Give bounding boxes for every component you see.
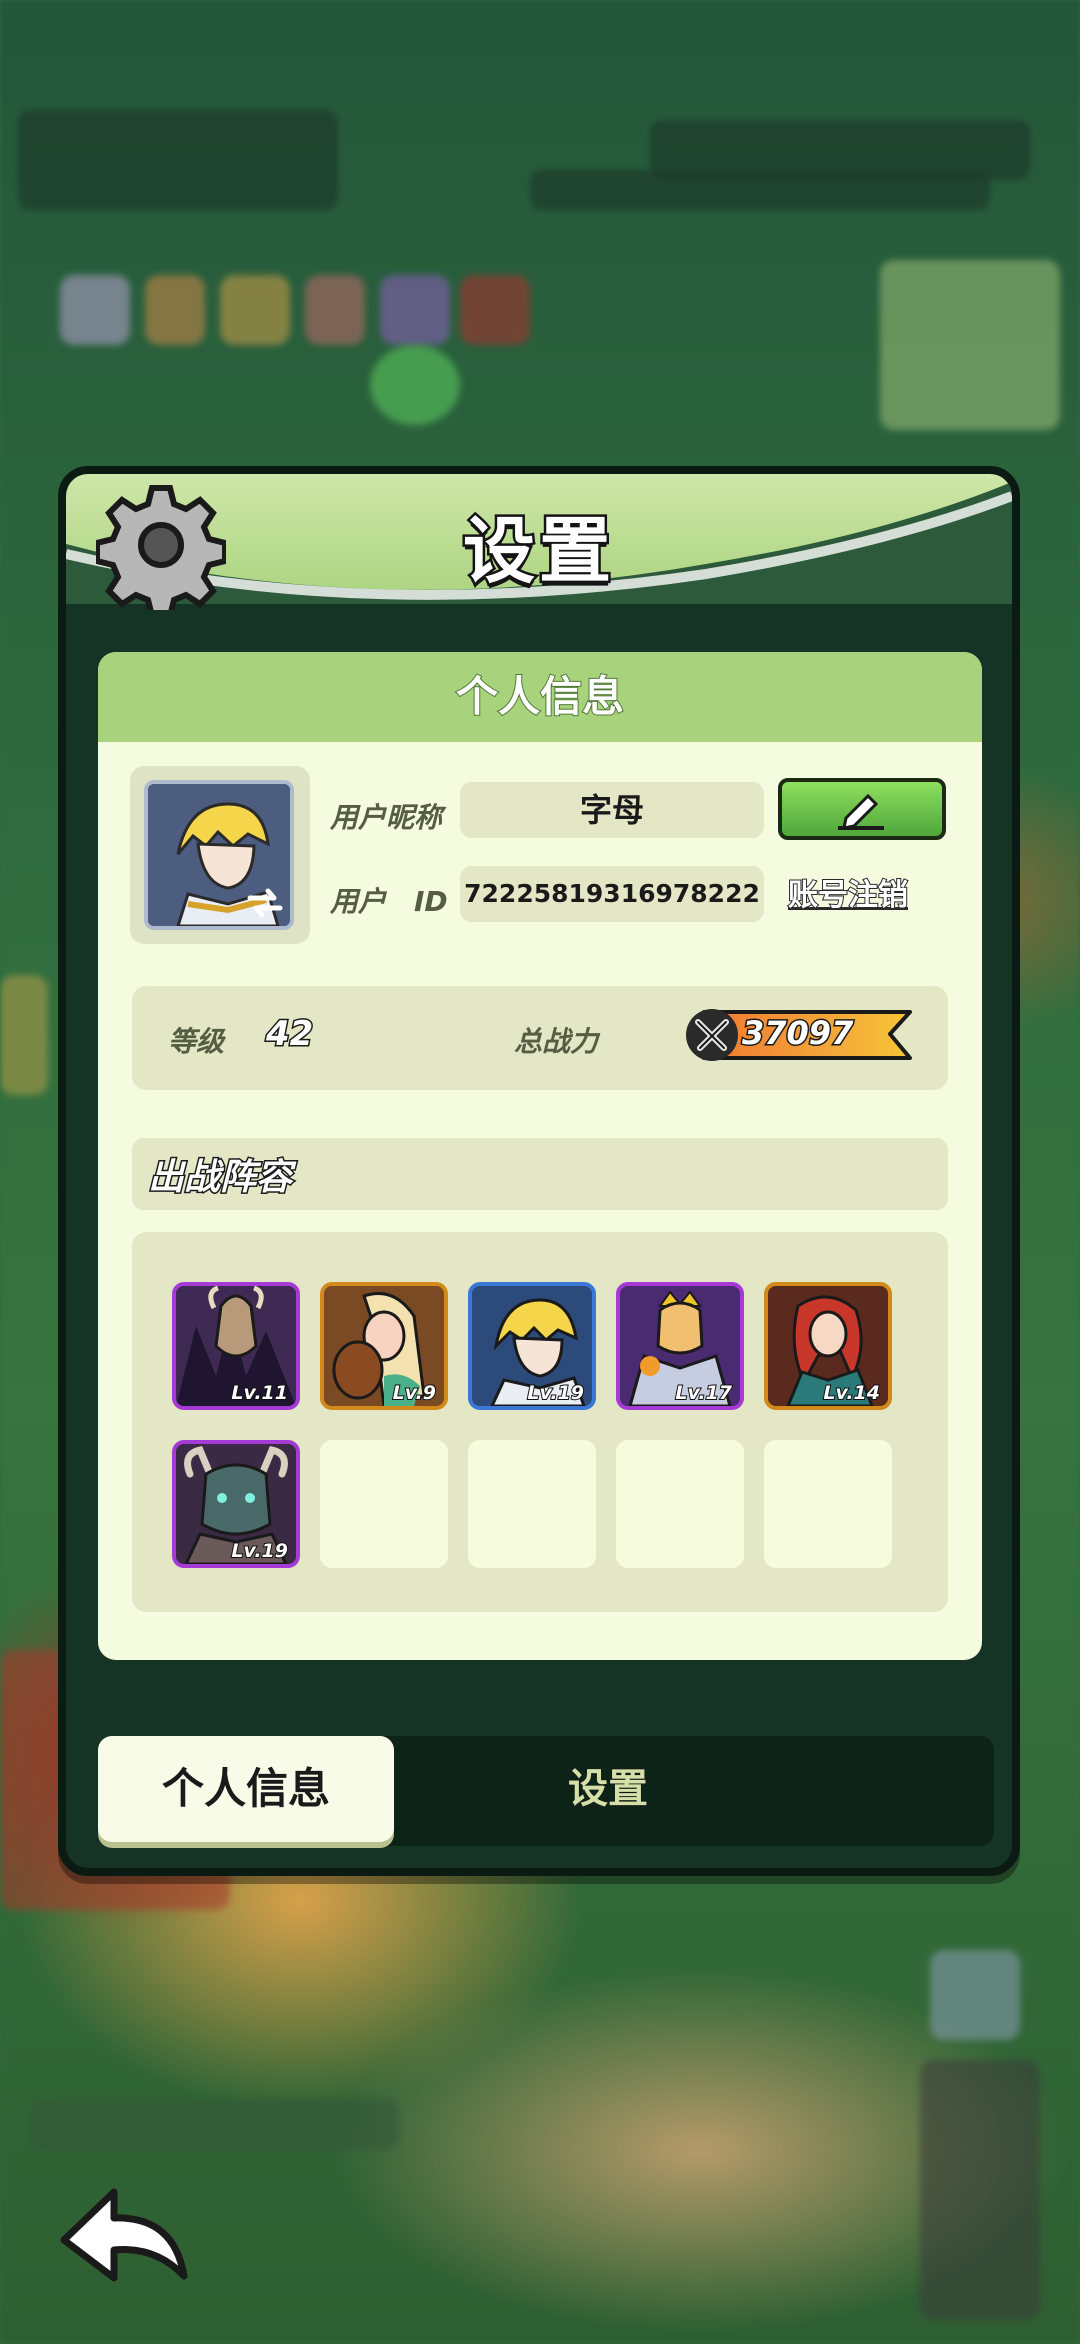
settings-dialog: 设置 个人信息 用户昵称 字母 用户 ID 72225819316978222 … xyxy=(58,466,1020,1876)
hero-slot-6[interactable]: Lv.19 xyxy=(172,1440,300,1568)
back-button[interactable] xyxy=(56,2178,196,2288)
tab-settings[interactable]: 设置 xyxy=(458,1736,758,1842)
card-title: 个人信息 xyxy=(98,652,982,742)
hero-level: Lv.14 xyxy=(822,1381,881,1405)
power-value: 37097 xyxy=(740,1013,854,1054)
lineup-title: 出战阵容 xyxy=(146,1156,293,1200)
nickname-label: 用户昵称 xyxy=(330,801,443,834)
tab-bar: 个人信息 设置 xyxy=(98,1736,994,1846)
edit-nickname-button[interactable] xyxy=(778,778,946,840)
hero-level: Lv.11 xyxy=(230,1381,289,1405)
avatar[interactable] xyxy=(144,780,294,930)
hero-slot-1[interactable]: Lv.11 xyxy=(172,1282,300,1410)
hero-level: Lv.19 xyxy=(526,1381,585,1405)
hero-level: Lv.9 xyxy=(392,1381,437,1405)
level-value: 42 xyxy=(264,1013,314,1056)
empty-slot[interactable] xyxy=(616,1440,744,1568)
power-label: 总战力 xyxy=(514,1025,599,1058)
swap-icon[interactable] xyxy=(246,886,284,920)
gear-icon xyxy=(96,485,226,610)
hero-level: Lv.17 xyxy=(674,1381,733,1405)
hero-slot-3[interactable]: Lv.19 xyxy=(468,1282,596,1410)
profile-card: 个人信息 用户昵称 字母 用户 ID 72225819316978222 账号注… xyxy=(98,652,982,1660)
nickname-field: 字母 xyxy=(460,782,764,838)
hero-slot-5[interactable]: Lv.14 xyxy=(764,1282,892,1410)
lineup-grid: Lv.11 Lv.9 Lv.19 Lv.17 Lv.14 Lv.19 xyxy=(132,1232,948,1612)
lineup-header: 出战阵容 xyxy=(132,1138,948,1210)
cancel-account-link[interactable]: 账号注销 xyxy=(787,870,909,914)
avatar-frame[interactable] xyxy=(130,766,310,944)
level-label: 等级 xyxy=(168,1025,225,1058)
user-id-label: 用户 ID xyxy=(330,885,448,918)
power-badge: 37097 xyxy=(684,1004,916,1066)
tab-profile[interactable]: 个人信息 xyxy=(98,1736,394,1842)
empty-slot[interactable] xyxy=(764,1440,892,1568)
hero-level: Lv.19 xyxy=(230,1539,289,1563)
empty-slot[interactable] xyxy=(468,1440,596,1568)
pencil-icon xyxy=(838,793,884,830)
back-arrow-icon xyxy=(60,2188,188,2282)
empty-slot[interactable] xyxy=(320,1440,448,1568)
hero-slot-4[interactable]: Lv.17 xyxy=(616,1282,744,1410)
hero-slot-2[interactable]: Lv.9 xyxy=(320,1282,448,1410)
user-id-field: 72225819316978222 xyxy=(460,866,764,922)
